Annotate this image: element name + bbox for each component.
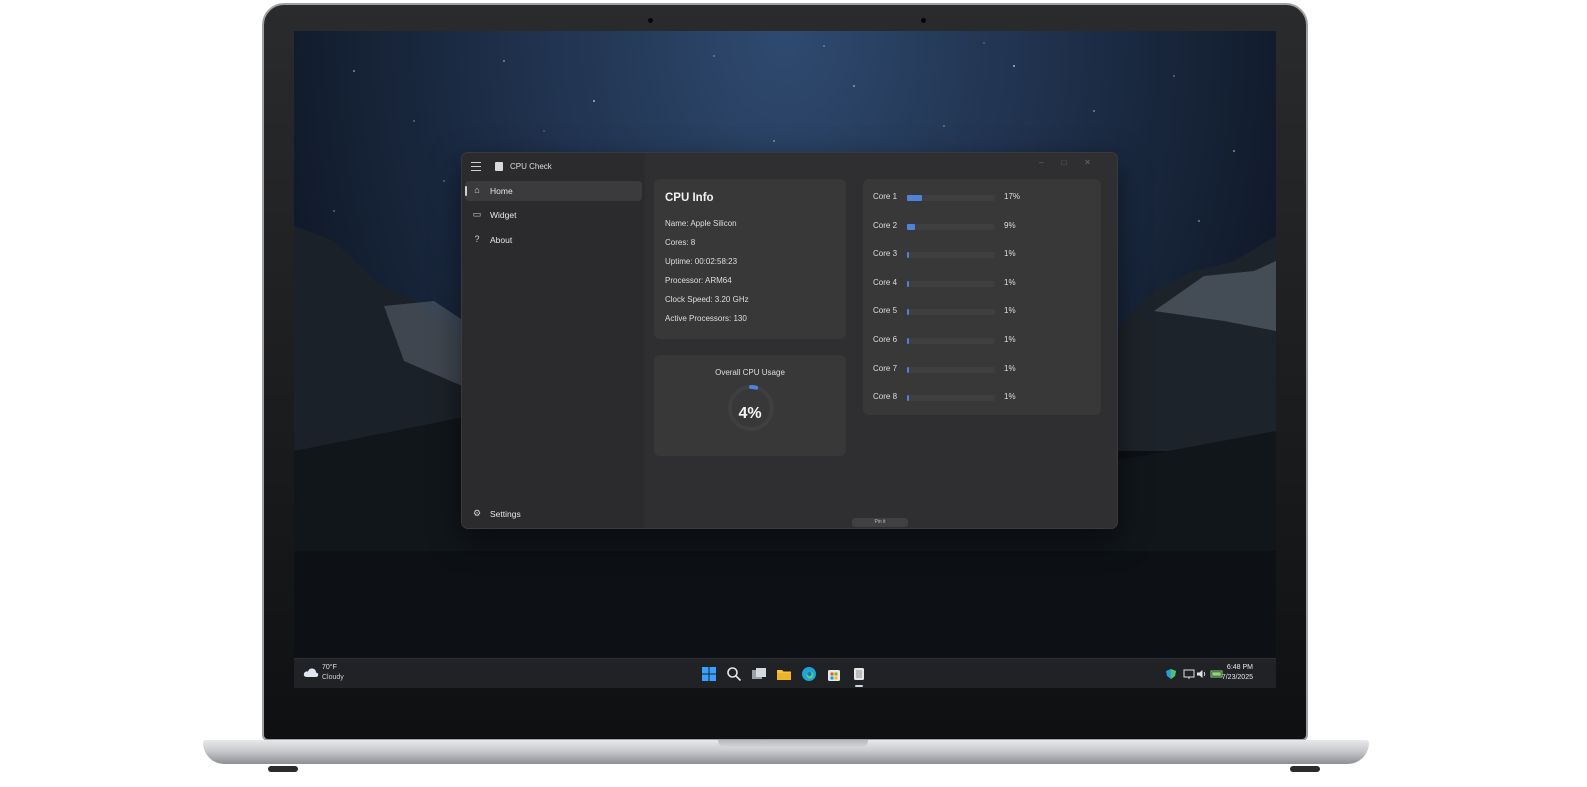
clock-date[interactable]: 7/23/2025 — [1222, 674, 1253, 681]
core-row: Core 7 1% — [873, 364, 1093, 376]
overall-usage-card: Overall CPU Usage 4% — [654, 355, 846, 456]
core-name: Core 3 — [873, 249, 898, 259]
core-usage-fill — [907, 252, 909, 259]
laptop-foot — [268, 766, 298, 772]
cpu-clock-text: Clock Speed: 3.20 GHz — [665, 295, 749, 304]
core-name: Core 4 — [873, 277, 898, 287]
core-row: Core 4 1% — [873, 278, 1093, 290]
widget-icon: ▭ — [472, 209, 482, 219]
core-name: Core 8 — [873, 392, 898, 402]
file-explorer-icon[interactable] — [776, 666, 792, 682]
desktop-screen: CPU Check ⌂ Home ▭ Widget ? About ⚙ Sett… — [294, 31, 1276, 688]
nav-item-about[interactable]: ? About — [465, 230, 642, 250]
core-usage-bar — [907, 366, 995, 373]
window-controls[interactable]: –□✕ — [1039, 158, 1109, 167]
home-icon: ⌂ — [474, 185, 480, 195]
core-row: Core 1 17% — [873, 192, 1093, 204]
cpu-active-processors-text: Active Processors: 130 — [665, 314, 747, 323]
cpu-info-title: CPU Info — [665, 192, 714, 204]
start-icon[interactable] — [701, 666, 717, 682]
overall-usage-label: Overall CPU Usage — [715, 368, 785, 377]
edge-icon[interactable] — [801, 666, 817, 682]
core-name: Core 2 — [873, 220, 898, 230]
search-icon[interactable] — [726, 666, 742, 682]
core-name: Core 6 — [873, 335, 898, 344]
volume-icon[interactable] — [1196, 668, 1208, 680]
cpu-info-card: CPU Info Name: Apple Silicon Cores: 8 Up… — [654, 179, 846, 339]
taskbar: 70°F Cloudy 6:48 PM 7/23/2025 — [294, 658, 1276, 688]
network-icon[interactable] — [1183, 668, 1195, 680]
weather-temperature[interactable]: 70°F — [322, 664, 337, 671]
core-percent: 1% — [1004, 392, 1016, 402]
main-content: –□✕ CPU Info Name: Apple Silicon Cores: … — [645, 153, 1117, 528]
hamburger-menu-icon[interactable] — [471, 162, 481, 171]
nav-item-home[interactable]: ⌂ Home — [465, 181, 642, 201]
core-usage-bar — [907, 280, 995, 287]
camera-dot — [921, 18, 926, 23]
core-name: Core 1 — [873, 192, 898, 201]
core-percent: 1% — [1004, 249, 1016, 259]
core-usage-bar — [907, 309, 995, 316]
core-row: Core 3 1% — [873, 249, 1093, 261]
cpu-cores-text: Cores: 8 — [665, 238, 696, 247]
nav-label: Widget — [490, 210, 517, 220]
core-usage-bar — [907, 223, 995, 230]
weather-condition[interactable]: Cloudy — [322, 674, 344, 681]
laptop-foot — [1290, 766, 1320, 772]
core-usage-fill — [907, 280, 909, 287]
pin-button[interactable]: Pin it — [852, 518, 908, 527]
camera-dot — [648, 18, 653, 23]
cpu-name-text: Name: Apple Silicon — [665, 219, 737, 228]
core-percent: 1% — [1004, 363, 1016, 373]
core-percent: 17% — [1004, 192, 1021, 201]
cores-card: Core 1 17% Core 2 9% Core 3 1% Core 4 1% Core 5 1… — [863, 179, 1101, 415]
core-usage-bar — [907, 252, 995, 259]
core-usage-bar — [907, 195, 995, 201]
core-usage-bar — [907, 395, 995, 402]
core-usage-fill — [907, 195, 922, 201]
core-usage-bar — [907, 338, 995, 344]
cpu-processor-text: Processor: ARM64 — [665, 276, 732, 285]
core-percent: 1% — [1004, 335, 1016, 344]
overall-usage-value: 4% — [738, 405, 762, 422]
nav-label: About — [490, 235, 513, 245]
task-view-icon[interactable] — [751, 666, 767, 682]
app-logo-icon — [495, 162, 503, 171]
core-usage-fill — [907, 223, 915, 230]
nav-item-widget[interactable]: ▭ Widget — [465, 205, 642, 225]
core-usage-fill — [907, 309, 909, 316]
core-row: Core 8 1% — [873, 392, 1093, 404]
cpu-check-window: CPU Check ⌂ Home ▭ Widget ? About ⚙ Sett… — [461, 152, 1118, 529]
cpu-check-icon[interactable] — [851, 666, 867, 682]
core-percent: 9% — [1004, 220, 1016, 230]
core-percent: 1% — [1004, 306, 1016, 316]
sidebar: CPU Check ⌂ Home ▭ Widget ? About ⚙ Sett… — [462, 153, 645, 528]
core-percent: 1% — [1004, 277, 1016, 287]
cpu-uptime-text: Uptime: 00:02:58:23 — [665, 257, 738, 266]
window-title: CPU Check — [510, 162, 552, 171]
help-icon: ? — [474, 234, 480, 244]
core-row: Core 6 1% — [873, 335, 1093, 347]
clock-time[interactable]: 6:48 PM — [1227, 664, 1253, 671]
nav-item-settings[interactable]: ⚙ Settings — [465, 504, 642, 524]
selection-indicator — [465, 186, 467, 196]
active-app-indicator — [855, 685, 863, 687]
core-name: Core 5 — [873, 306, 898, 316]
laptop-notch — [718, 740, 868, 748]
core-row: Core 5 1% — [873, 306, 1093, 318]
cloud-icon[interactable] — [303, 667, 319, 678]
store-icon[interactable] — [826, 666, 842, 682]
gear-icon: ⚙ — [472, 508, 482, 518]
core-name: Core 7 — [873, 363, 898, 373]
defender-icon[interactable] — [1165, 668, 1177, 680]
nav-label: Home — [490, 186, 513, 196]
core-row: Core 2 9% — [873, 221, 1093, 233]
core-usage-fill — [907, 366, 909, 373]
core-usage-fill — [907, 338, 909, 344]
core-usage-fill — [907, 395, 909, 402]
nav-label: Settings — [490, 509, 521, 519]
